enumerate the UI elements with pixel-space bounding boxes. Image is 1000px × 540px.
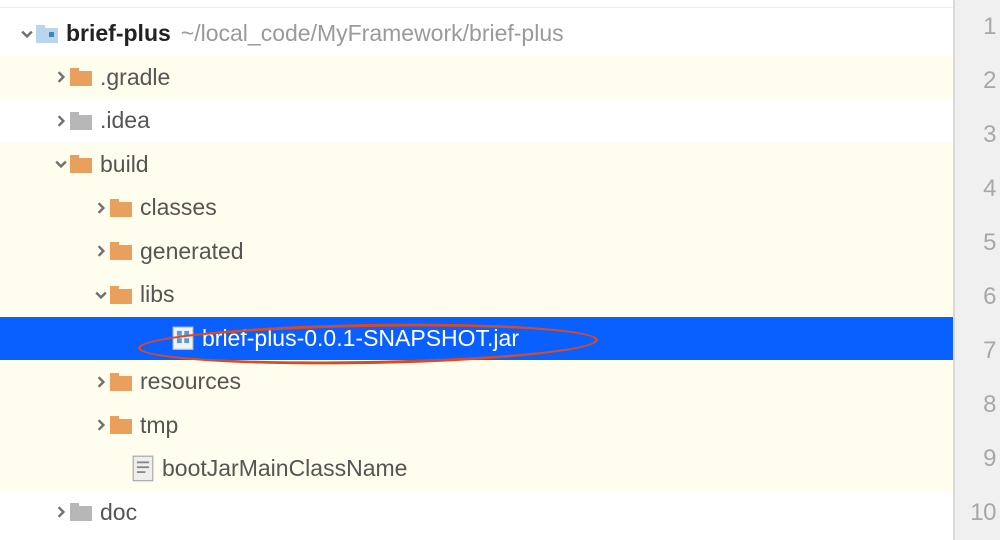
tree-row-libs[interactable]: libs bbox=[0, 273, 953, 317]
tree-label: generated bbox=[140, 238, 244, 265]
tree-label: tmp bbox=[140, 412, 178, 439]
text-file-icon bbox=[132, 459, 154, 479]
tree-row-root[interactable]: brief-plus ~/local_code/MyFramework/brie… bbox=[0, 12, 953, 56]
module-folder-icon bbox=[36, 24, 58, 44]
project-tree[interactable]: brief-plus ~/local_code/MyFramework/brie… bbox=[0, 0, 954, 540]
tree-row-classes[interactable]: classes bbox=[0, 186, 953, 230]
folder-icon bbox=[110, 241, 132, 261]
chevron-right-icon[interactable] bbox=[92, 419, 110, 431]
tree-label: brief-plus bbox=[66, 20, 171, 47]
chevron-right-icon[interactable] bbox=[92, 202, 110, 214]
chevron-down-icon[interactable] bbox=[92, 289, 110, 301]
tree-row-resources[interactable]: resources bbox=[0, 360, 953, 404]
tree-row-build[interactable]: build bbox=[0, 143, 953, 187]
line-number: 8 bbox=[955, 378, 1000, 432]
tree-label: doc bbox=[100, 499, 137, 526]
chevron-down-icon[interactable] bbox=[18, 28, 36, 40]
chevron-right-icon[interactable] bbox=[52, 506, 70, 518]
tree-label: bootJarMainClassName bbox=[162, 455, 407, 482]
tree-label: libs bbox=[140, 281, 175, 308]
line-number: 10 bbox=[955, 486, 1000, 540]
tree-row-tmp[interactable]: tmp bbox=[0, 404, 953, 448]
tree-row-generated[interactable]: generated bbox=[0, 230, 953, 274]
line-number: 3 bbox=[955, 108, 1000, 162]
folder-icon bbox=[110, 372, 132, 392]
folder-icon bbox=[70, 502, 92, 522]
tree-label: .idea bbox=[100, 107, 150, 134]
editor-gutter: 1 2 3 4 5 6 7 8 9 10 bbox=[954, 0, 1000, 540]
chevron-right-icon[interactable] bbox=[92, 245, 110, 257]
tree-row-jar[interactable]: brief-plus-0.0.1-SNAPSHOT.jar bbox=[0, 317, 953, 361]
project-path: ~/local_code/MyFramework/brief-plus bbox=[181, 20, 564, 47]
folder-icon bbox=[70, 67, 92, 87]
tree-label: .gradle bbox=[100, 64, 170, 91]
folder-icon bbox=[110, 198, 132, 218]
tree-label: classes bbox=[140, 194, 217, 221]
tree-row-idea[interactable]: .idea bbox=[0, 99, 953, 143]
chevron-right-icon[interactable] bbox=[92, 376, 110, 388]
header-gap bbox=[0, 0, 953, 8]
chevron-down-icon[interactable] bbox=[52, 158, 70, 170]
line-number: 6 bbox=[955, 270, 1000, 324]
chevron-right-icon[interactable] bbox=[52, 71, 70, 83]
line-number: 4 bbox=[955, 162, 1000, 216]
tree-label: resources bbox=[140, 368, 241, 395]
tree-label: brief-plus-0.0.1-SNAPSHOT.jar bbox=[202, 325, 519, 352]
folder-icon bbox=[70, 111, 92, 131]
folder-icon bbox=[110, 285, 132, 305]
tree-label: build bbox=[100, 151, 149, 178]
line-number: 9 bbox=[955, 432, 1000, 486]
tree-row-doc[interactable]: doc bbox=[0, 491, 953, 535]
folder-icon bbox=[70, 154, 92, 174]
tree-row-gradle[interactable]: .gradle bbox=[0, 56, 953, 100]
line-number: 7 bbox=[955, 324, 1000, 378]
line-number: 1 bbox=[955, 0, 1000, 54]
tree-row-bootjar[interactable]: bootJarMainClassName bbox=[0, 447, 953, 491]
chevron-right-icon[interactable] bbox=[52, 115, 70, 127]
jar-file-icon bbox=[172, 328, 194, 348]
line-number: 2 bbox=[955, 54, 1000, 108]
folder-icon bbox=[110, 415, 132, 435]
line-number: 5 bbox=[955, 216, 1000, 270]
